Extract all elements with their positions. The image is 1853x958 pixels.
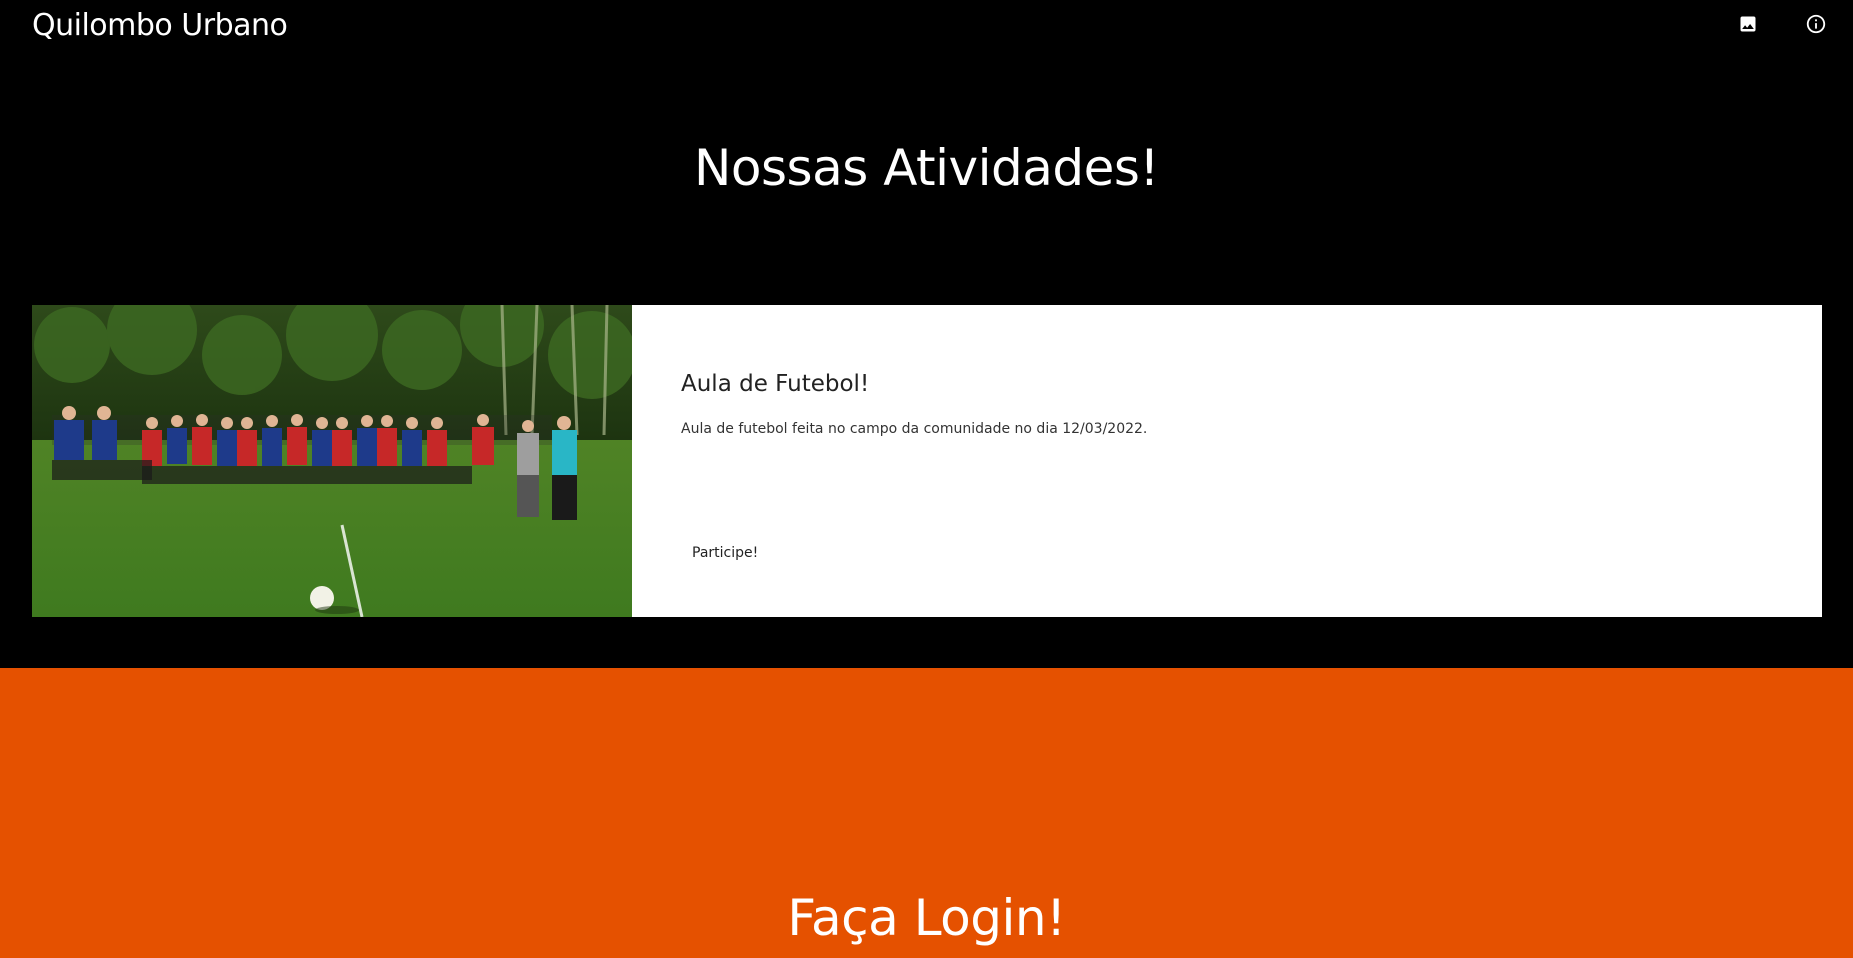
activity-photo [32,305,632,617]
activities-title: Nossas Atividades! [694,139,1159,197]
login-title: Faça Login! [787,889,1066,947]
app-title: Quilombo Urbano [32,8,288,43]
login-section: Faça Login! [0,668,1853,958]
image-icon[interactable] [1736,12,1760,36]
activity-description: Aula de futebol feita no campo da comuni… [681,421,1148,437]
activity-card: Aula de Futebol! Aula de futebol feita n… [32,305,1822,617]
participate-button[interactable]: Participe! [681,535,769,571]
info-icon[interactable] [1804,12,1828,36]
app-bar: Quilombo Urbano [0,0,1853,54]
activity-card-body: Aula de Futebol! Aula de futebol feita n… [632,305,1822,617]
activity-title: Aula de Futebol! [681,371,870,397]
